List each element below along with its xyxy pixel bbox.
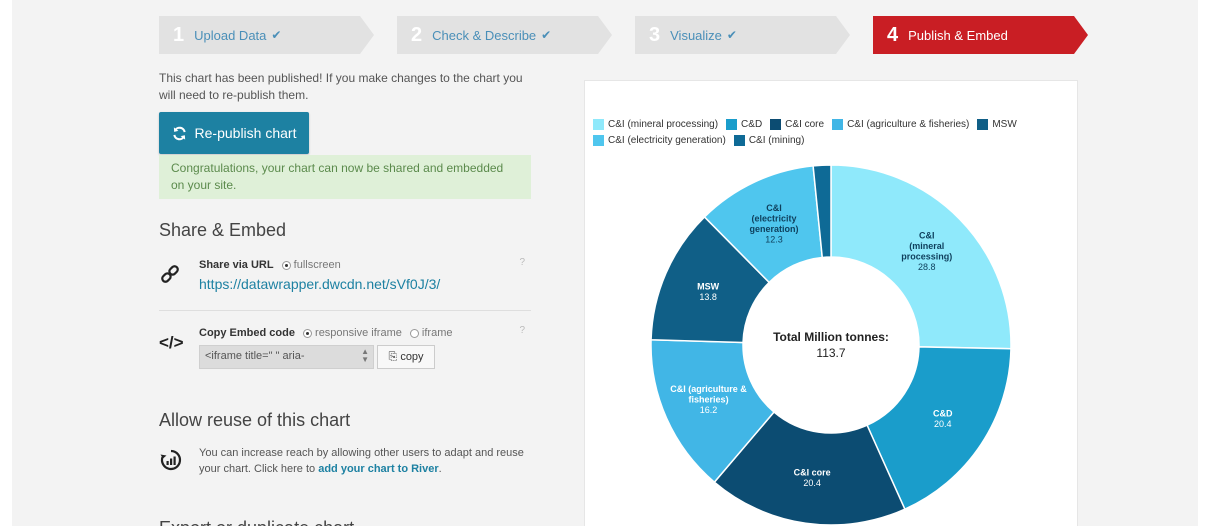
share-help-icon[interactable]: ? bbox=[519, 257, 525, 268]
add-to-river-link[interactable]: add your chart to River bbox=[318, 463, 438, 475]
slice-label: C&D 20.4 bbox=[933, 409, 953, 430]
responsive-iframe-label: responsive iframe bbox=[315, 327, 402, 339]
step-label: Publish & Embed bbox=[908, 27, 1008, 43]
step-label: Check & Describe bbox=[432, 27, 537, 43]
embed-code-label: Copy Embed code bbox=[199, 327, 295, 339]
share-embed-heading: Share & Embed bbox=[159, 220, 287, 240]
step-visualize[interactable]: 3 Visualize ✔ bbox=[635, 16, 850, 54]
copy-button[interactable]: ⎘ copy bbox=[377, 345, 435, 369]
iframe-radio[interactable] bbox=[409, 328, 419, 338]
published-message: This chart has been published! If you ma… bbox=[159, 71, 523, 102]
step-number: 2 bbox=[411, 23, 423, 46]
copy-label: copy bbox=[400, 350, 424, 363]
step-label: Upload Data bbox=[194, 27, 267, 43]
fullscreen-radio-label: fullscreen bbox=[293, 259, 341, 271]
fullscreen-radio[interactable] bbox=[281, 260, 291, 270]
share-url-label: Share via URL bbox=[199, 259, 274, 271]
donut-center-value: 113.7 bbox=[816, 346, 845, 360]
copy-icon: ⎘ bbox=[388, 350, 398, 363]
republish-label: Re-publish chart bbox=[194, 125, 297, 141]
code-icon: </> bbox=[159, 333, 184, 352]
export-heading: Export or duplicate chart bbox=[159, 518, 354, 526]
share-url-section: Share via URL fullscreen https://datawra… bbox=[159, 255, 531, 311]
resize-handle-icon[interactable]: ▲ ▼ bbox=[361, 348, 369, 364]
reuse-suffix: . bbox=[438, 463, 442, 475]
step-number: 4 bbox=[887, 23, 899, 46]
share-url-link[interactable]: https://datawrapper.dwcdn.net/sVf0J/3/ bbox=[199, 276, 440, 292]
embed-code-textarea[interactable]: <iframe title=" " aria- ▲ ▼ bbox=[199, 345, 374, 369]
step-check-describe[interactable]: 2 Check & Describe ✔ bbox=[397, 16, 612, 54]
check-icon: ✔ bbox=[271, 28, 282, 42]
step-number: 1 bbox=[173, 23, 185, 46]
step-upload-data[interactable]: 1 Upload Data ✔ bbox=[159, 16, 374, 54]
donut-center-label: Total Million tonnes: bbox=[773, 330, 889, 344]
embed-code-text: <iframe title=" " aria- bbox=[205, 350, 305, 362]
step-number: 3 bbox=[649, 23, 661, 46]
step-publish-embed[interactable]: 4 Publish & Embed bbox=[873, 16, 1088, 54]
republish-button[interactable]: Re-publish chart bbox=[159, 112, 309, 154]
river-icon bbox=[160, 449, 182, 471]
publish-panel: This chart has been published! If you ma… bbox=[159, 70, 531, 526]
reuse-heading: Allow reuse of this chart bbox=[159, 410, 351, 430]
chart-preview: C&I (mineral processing) C&D C&I core C&I (… bbox=[584, 80, 1078, 526]
link-icon bbox=[161, 265, 179, 283]
publish-page: 1 Upload Data ✔ 2 Check & Describe ✔ 3 V… bbox=[12, 0, 1198, 526]
check-icon: ✔ bbox=[726, 28, 737, 42]
step-navigation: 1 Upload Data ✔ 2 Check & Describe ✔ 3 V… bbox=[159, 16, 1089, 56]
refresh-icon bbox=[172, 126, 186, 140]
iframe-radio-label: iframe bbox=[421, 327, 453, 339]
reuse-description: You can increase reach by allowing other… bbox=[199, 445, 529, 477]
slice-label: MSW 13.8 bbox=[697, 281, 720, 302]
donut-chart: C&I (mineral processing) 28.8C&D 20.4C&I cor… bbox=[650, 164, 1012, 526]
success-alert: Congratulations, your chart can now be s… bbox=[159, 155, 531, 199]
embed-help-icon[interactable]: ? bbox=[519, 325, 525, 336]
step-label: Visualize bbox=[670, 27, 722, 43]
check-icon: ✔ bbox=[541, 28, 552, 42]
responsive-iframe-radio[interactable] bbox=[303, 328, 313, 338]
embed-code-section: </> Copy Embed code responsive iframe if… bbox=[159, 323, 531, 373]
